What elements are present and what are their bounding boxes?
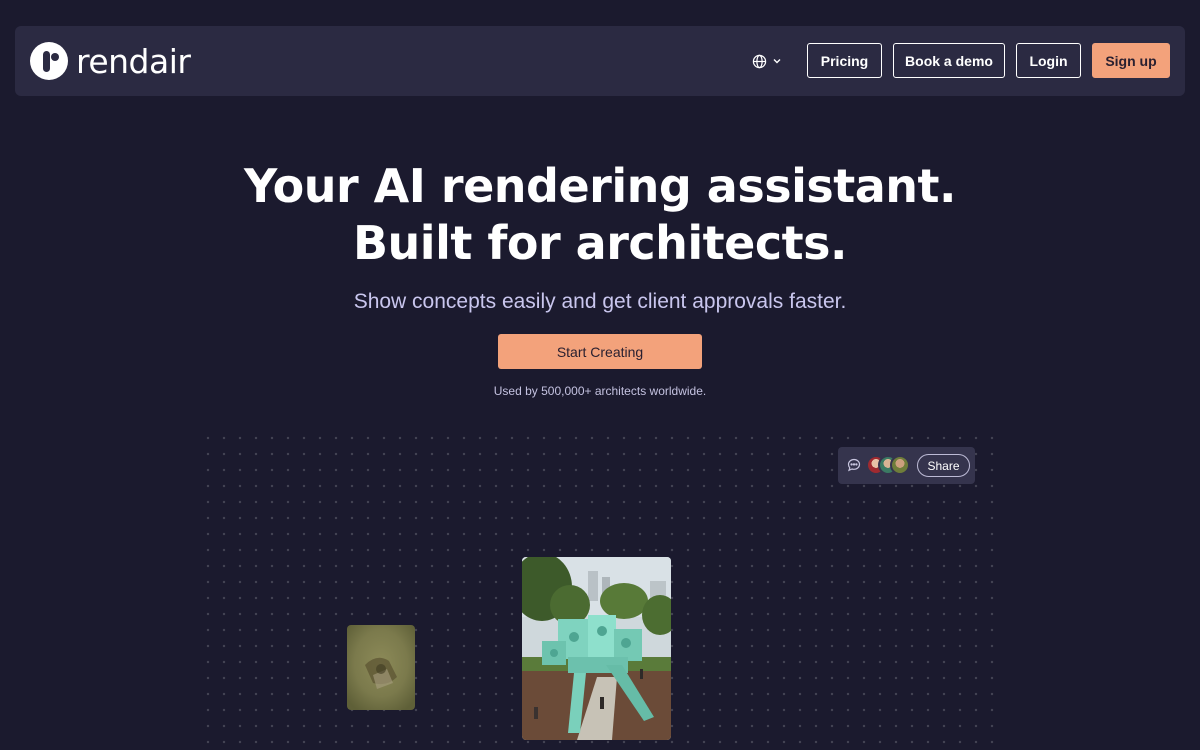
sketch-thumbnail-image[interactable] (347, 625, 415, 710)
rendered-playground-image[interactable] (522, 557, 671, 740)
social-proof-text: Used by 500,000+ architects worldwide. (493, 384, 707, 398)
landing-page: rendair Pricing Book a demo Login Sign u… (0, 0, 1200, 750)
book-demo-button[interactable]: Book a demo (893, 43, 1005, 78)
avatar (890, 455, 910, 475)
navbar: rendair Pricing Book a demo Login Sign u… (15, 26, 1185, 96)
login-button[interactable]: Login (1016, 43, 1081, 78)
share-button[interactable]: Share (917, 454, 970, 477)
logo-icon (30, 42, 68, 80)
start-creating-button[interactable]: Start Creating (498, 334, 702, 369)
chevron-down-icon (772, 56, 782, 66)
hero-subtitle: Show concepts easily and get client appr… (353, 290, 847, 313)
hero-title-line-2: Built for architects. (353, 216, 847, 270)
globe-icon (752, 54, 767, 69)
collaboration-toolbar: Share (838, 447, 975, 484)
pricing-button[interactable]: Pricing (807, 43, 882, 78)
hero-title: Your AI rendering assistant. Built for a… (0, 158, 1200, 272)
logo[interactable]: rendair (30, 40, 191, 82)
language-selector[interactable] (752, 51, 788, 71)
brand-name: rendair (76, 41, 191, 81)
signup-button[interactable]: Sign up (1092, 43, 1170, 78)
chat-bubble-icon[interactable] (847, 458, 861, 472)
hero-title-line-1: Your AI rendering assistant. (244, 159, 956, 213)
